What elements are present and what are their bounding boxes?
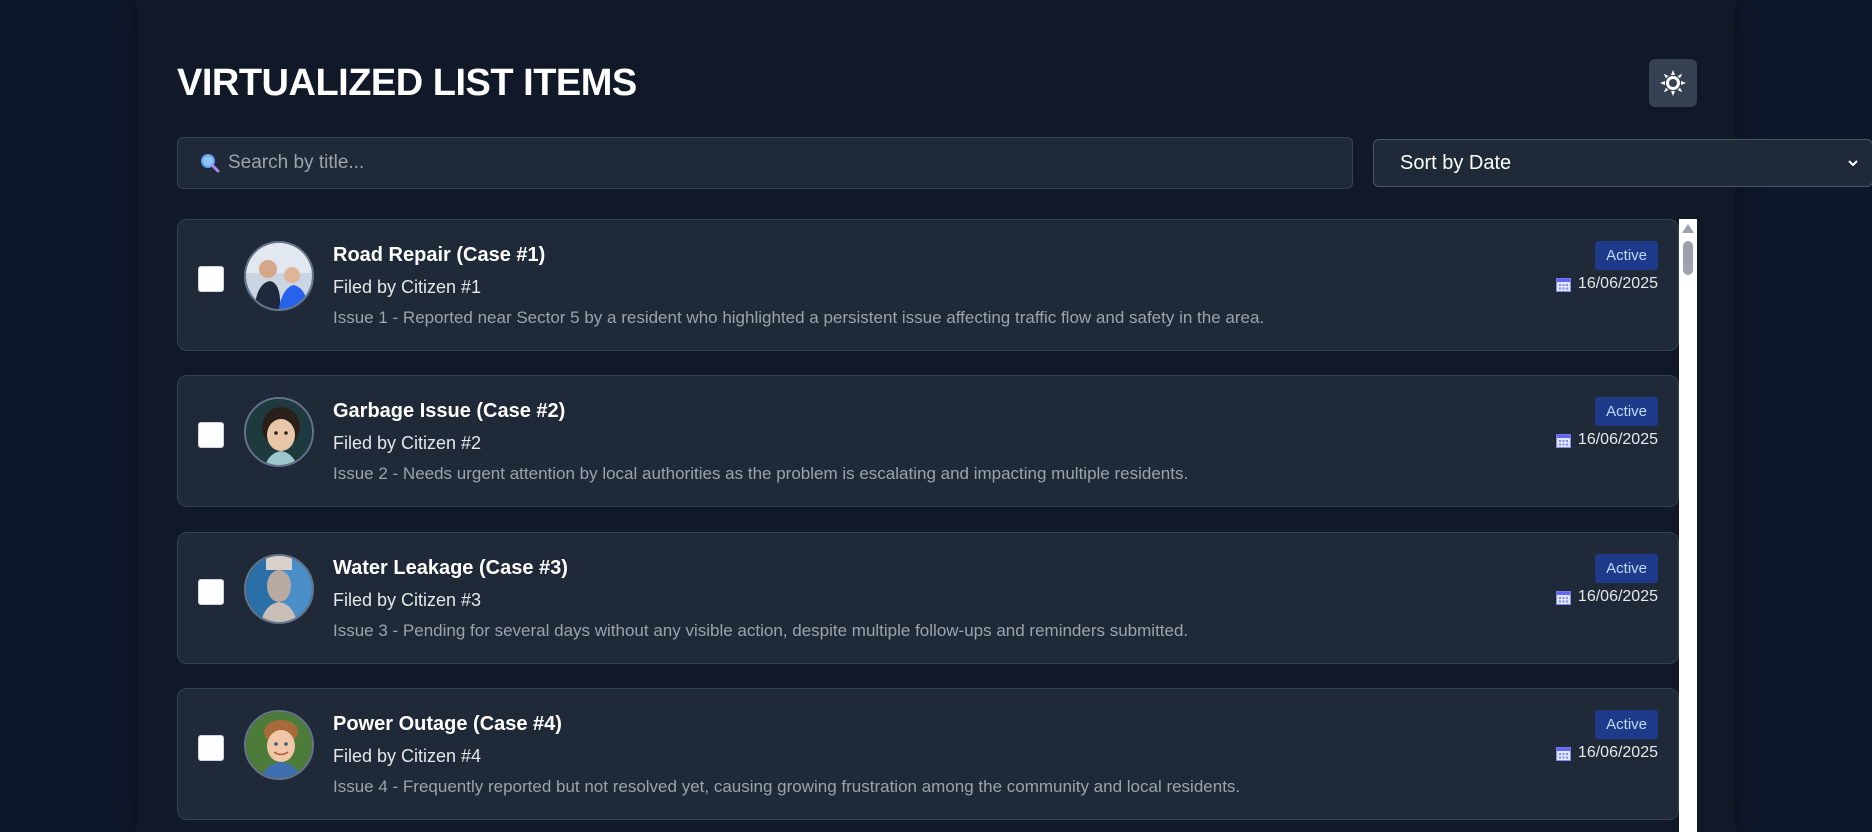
- item-title: Garbage Issue (Case #2): [333, 400, 566, 422]
- sort-selected-label: Sort by Date: [1400, 151, 1512, 174]
- item-description: Issue 2 - Needs urgent attention by loca…: [333, 464, 1189, 483]
- magnifier-icon: [201, 154, 220, 173]
- scroll-up-arrow-icon[interactable]: [1682, 224, 1694, 233]
- item-description: Issue 1 - Reported near Sector 5 by a re…: [333, 308, 1265, 327]
- status-badge: Active: [1595, 241, 1658, 270]
- item-description: Issue 4 - Frequently reported but not re…: [333, 777, 1241, 796]
- item-checkbox[interactable]: [198, 422, 224, 448]
- calendar-icon: [1555, 277, 1571, 292]
- virtualized-list[interactable]: Road Repair (Case #1) Filed by Citizen #…: [177, 219, 1697, 832]
- item-title: Power Outage (Case #4): [333, 713, 562, 735]
- status-badge: Active: [1595, 554, 1658, 583]
- sun-icon: [1660, 70, 1686, 96]
- calendar-icon: [1555, 590, 1571, 605]
- list-item[interactable]: Road Repair (Case #1) Filed by Citizen #…: [177, 219, 1679, 351]
- item-description: Issue 3 - Pending for several days witho…: [333, 621, 1189, 640]
- theme-toggle-button[interactable]: [1649, 59, 1697, 107]
- search-box[interactable]: [177, 137, 1353, 189]
- item-filed-by: Filed by Citizen #1: [333, 277, 482, 297]
- list-item[interactable]: Power Outage (Case #4) Filed by Citizen …: [177, 688, 1679, 820]
- item-checkbox[interactable]: [198, 266, 224, 292]
- item-date-text: 16/06/2025: [1577, 588, 1658, 605]
- header: VIRTUALIZED LIST ITEMS: [177, 58, 1697, 108]
- avatar: [244, 241, 314, 311]
- avatar: [244, 710, 314, 780]
- item-filed-by: Filed by Citizen #4: [333, 746, 482, 766]
- controls-bar: Sort by Date: [177, 137, 1872, 189]
- item-checkbox[interactable]: [198, 579, 224, 605]
- item-filed-by: Filed by Citizen #3: [333, 590, 482, 610]
- item-title: Water Leakage (Case #3): [333, 557, 568, 579]
- item-date: 16/06/2025: [1555, 588, 1658, 606]
- item-date-text: 16/06/2025: [1577, 744, 1658, 761]
- avatar: [244, 397, 314, 467]
- list-scrollbar[interactable]: [1679, 219, 1697, 832]
- list-item[interactable]: Garbage Issue (Case #2) Filed by Citizen…: [177, 375, 1679, 507]
- calendar-icon: [1555, 433, 1571, 448]
- status-badge: Active: [1595, 397, 1658, 426]
- item-date: 16/06/2025: [1555, 431, 1658, 449]
- chevron-down-icon: [1848, 160, 1858, 167]
- page-title: VIRTUALIZED LIST ITEMS: [177, 62, 637, 104]
- sort-select[interactable]: Sort by Date: [1373, 139, 1872, 187]
- item-date: 16/06/2025: [1555, 744, 1658, 762]
- item-filed-by: Filed by Citizen #2: [333, 433, 482, 453]
- item-date-text: 16/06/2025: [1577, 275, 1658, 292]
- avatar: [244, 554, 314, 624]
- item-date-text: 16/06/2025: [1577, 431, 1658, 448]
- main-container: VIRTUALIZED LIST ITEMS Search by title..…: [137, 0, 1872, 832]
- calendar-icon: [1555, 746, 1571, 761]
- list-item[interactable]: Water Leakage (Case #3) Filed by Citizen…: [177, 532, 1679, 664]
- status-badge: Active: [1595, 710, 1658, 739]
- scrollbar-thumb[interactable]: [1683, 241, 1693, 275]
- item-title: Road Repair (Case #1): [333, 244, 546, 266]
- search-input[interactable]: [228, 152, 1352, 174]
- item-date: 16/06/2025: [1555, 275, 1658, 293]
- item-checkbox[interactable]: [198, 735, 224, 761]
